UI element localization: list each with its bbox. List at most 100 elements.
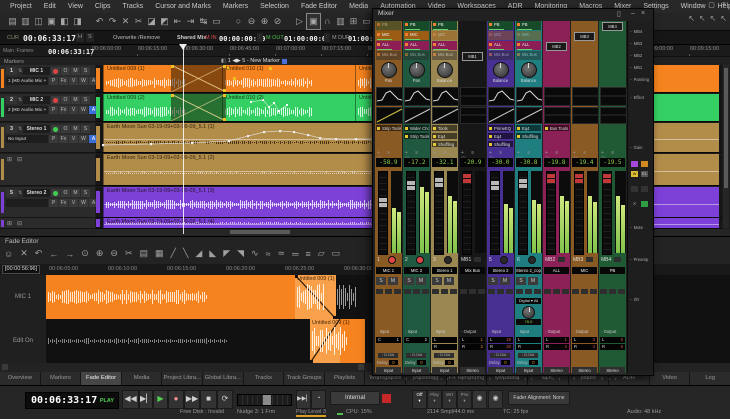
- eq-curve-display[interactable]: [488, 87, 515, 106]
- track-w-button[interactable]: W: [79, 199, 88, 207]
- io-routing-box[interactable]: R2: [460, 344, 485, 350]
- vertical-scrollbar-handle[interactable]: [724, 68, 728, 188]
- strip-mini-button[interactable]: [609, 289, 616, 294]
- track-p-button[interactable]: P: [49, 135, 58, 143]
- io-mode-button[interactable]: Stereo: [572, 367, 597, 374]
- io-mode-button[interactable]: Input: [432, 367, 457, 374]
- insert-effect-strip-tools[interactable]: Strip Tools: [376, 125, 401, 131]
- dynamics-curve-display[interactable]: [376, 107, 403, 124]
- channel-fader[interactable]: [378, 171, 388, 255]
- balance-knob[interactable]: [521, 62, 537, 78]
- strip-mini-button[interactable]: [385, 289, 392, 294]
- copy-icon[interactable]: ◧: [58, 14, 71, 29]
- fade-tool-icon-19[interactable]: ≈: [266, 249, 271, 259]
- strip-name[interactable]: MIC 2: [404, 267, 429, 274]
- fade-tool-icon-17[interactable]: ◥: [237, 248, 244, 259]
- current-timecode[interactable]: 00:06:33:17: [23, 34, 76, 43]
- track-v-button[interactable]: V: [69, 199, 78, 207]
- fast-forward-button[interactable]: ▶▶: [184, 390, 200, 409]
- fade-tool-icon-4[interactable]: ←: [49, 249, 58, 259]
- edit-cursor-icon-3[interactable]: ↖: [710, 14, 717, 23]
- io-routing-box[interactable]: R2: [544, 344, 569, 350]
- io-mode-button[interactable]: Stereo: [544, 367, 569, 374]
- dynamics-curve-display[interactable]: [460, 107, 487, 124]
- track-name[interactable]: Stereo 2: [23, 189, 50, 197]
- monitor-level-knob[interactable]: [522, 306, 535, 319]
- io-routing-box[interactable]: L1: [460, 337, 485, 343]
- fade-length-display[interactable]: [00:00:56:96]: [2, 265, 40, 274]
- track-resize-icon[interactable]: ⇅: [18, 190, 22, 196]
- gain-display[interactable]: -17.2: [404, 158, 429, 167]
- play-button[interactable]: ▶: [153, 390, 168, 409]
- fade-tool-icon-5[interactable]: →: [65, 249, 74, 259]
- auto-monitor-icon[interactable]: ▣: [306, 13, 321, 30]
- track-record-button[interactable]: [51, 125, 60, 133]
- track-input-selector[interactable]: 2 (HD Audio Mic +: [6, 106, 48, 114]
- send-mix-bus[interactable]: Mix Bus: [404, 51, 429, 60]
- dynamics-curve-display[interactable]: [404, 107, 431, 124]
- delay-control[interactable]: Delay 0: [405, 360, 426, 365]
- clip-untitled-010-2[interactable]: Untitled 010 (2): [222, 94, 356, 121]
- strip-mini-button[interactable]: [488, 289, 495, 294]
- track-record-button[interactable]: [51, 96, 60, 104]
- strip-mini-button[interactable]: [441, 289, 448, 294]
- menu-selection[interactable]: Selection: [254, 0, 295, 13]
- insert-effect-shuffling[interactable]: Shuffling: [516, 133, 541, 139]
- strip-name[interactable]: MIC 1: [376, 267, 401, 274]
- strip-mini-button[interactable]: [469, 289, 476, 294]
- track-o-button[interactable]: O: [61, 96, 70, 104]
- edit-mode[interactable]: Overwrite /Remove: [113, 35, 160, 41]
- zoom-in-icon[interactable]: ⊕: [258, 14, 271, 29]
- fade-tool-icon-1[interactable]: ☺: [4, 249, 13, 259]
- trim-out-icon[interactable]: ⇥: [184, 14, 197, 29]
- track-record-button[interactable]: [51, 67, 60, 75]
- strip-mini-button[interactable]: [460, 289, 467, 294]
- mute-button[interactable]: M: [416, 277, 426, 285]
- clip-untitled-010-1[interactable]: Untitled 010 (1): [222, 65, 356, 92]
- dynamics-curve-display[interactable]: [544, 107, 571, 124]
- channel-fader[interactable]: [574, 171, 584, 255]
- track-m-button[interactable]: M: [71, 67, 80, 75]
- loop-button[interactable]: ⟳: [217, 390, 233, 409]
- track-w-button[interactable]: W: [79, 77, 88, 85]
- eq-curve-display[interactable]: [600, 87, 627, 106]
- strip-mini-button[interactable]: [581, 289, 588, 294]
- fader-handle[interactable]: [519, 179, 527, 188]
- strip-option-button[interactable]: [614, 257, 621, 262]
- stop-button[interactable]: ■: [200, 390, 217, 409]
- send-pb[interactable]: PB: [432, 21, 457, 30]
- track-o-button[interactable]: O: [61, 189, 70, 197]
- mixer-section-panning[interactable]: Panning: [630, 77, 649, 82]
- delay-control[interactable]: Delay 0: [489, 360, 510, 365]
- strip-mini-button[interactable]: [534, 289, 541, 294]
- strip-name[interactable]: Stereo 2_copy: [516, 267, 541, 274]
- strip-record-button[interactable]: [528, 256, 536, 264]
- automation-play-button[interactable]: Play▾: [427, 390, 442, 409]
- play-level-status[interactable]: Play Level 3: [296, 409, 326, 417]
- strip-name[interactable]: MIC: [572, 267, 597, 274]
- io-routing-box[interactable]: L3: [572, 337, 597, 343]
- io-mode-button[interactable]: Stereo: [460, 367, 485, 374]
- edit-cursor-icon-1[interactable]: ↖: [688, 14, 695, 23]
- mixer-section-mb2[interactable]: MB2: [630, 53, 642, 58]
- insert-effect-bus-tools[interactable]: Bus Tools: [544, 125, 569, 131]
- expand-track-icon[interactable]: ⊞: [7, 220, 12, 227]
- mute-button[interactable]: M: [388, 277, 398, 285]
- automation-prw-button[interactable]: Prw▾: [457, 390, 472, 409]
- io-routing-box[interactable]: L19: [488, 337, 513, 343]
- hours-toggle[interactable]: H: [76, 33, 84, 42]
- open-project-icon[interactable]: ▥: [19, 14, 32, 29]
- tab-project-libra[interactable]: Project Libra...: [162, 372, 202, 385]
- minimize-window-icon[interactable]: –: [697, 1, 701, 9]
- cut-icon[interactable]: ✂: [132, 14, 145, 29]
- gain-display[interactable]: -30.8: [516, 158, 541, 167]
- channel-fader[interactable]: [490, 171, 500, 255]
- channel-fader[interactable]: [434, 171, 444, 255]
- delay-control[interactable]: Delay 0: [377, 360, 398, 365]
- strip-option-button[interactable]: [558, 257, 565, 262]
- io-mode-button[interactable]: Input: [376, 367, 401, 374]
- strip-record-button[interactable]: [416, 256, 424, 264]
- panel-button-x[interactable]: ✕: [631, 201, 638, 207]
- track-input-selector[interactable]: [6, 199, 48, 207]
- pan-knob[interactable]: [409, 62, 425, 78]
